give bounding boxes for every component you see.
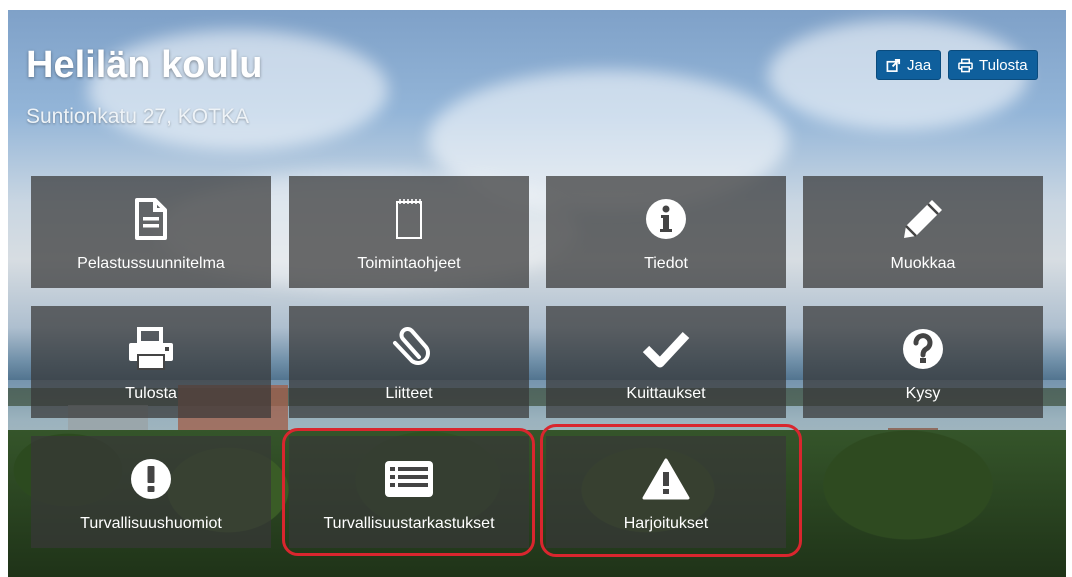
print-icon (958, 58, 973, 72)
tile-label: Kuittaukset (626, 385, 706, 402)
tile-label: Tulosta (125, 385, 177, 402)
notepad-icon (394, 195, 424, 243)
tile-kuittaukset[interactable]: Kuittaukset (546, 306, 786, 418)
tile-tulosta[interactable]: Tulosta (31, 306, 271, 418)
tile-label: Turvallisuushuomiot (80, 515, 222, 532)
tile-liitteet[interactable]: Liitteet (289, 306, 529, 418)
tile-label: Toimintaohjeet (357, 255, 461, 272)
question-icon (901, 325, 945, 373)
share-label: Jaa (907, 56, 932, 74)
page-title: Helilän koulu (26, 44, 263, 86)
printer-icon (127, 325, 175, 373)
share-icon (886, 58, 901, 72)
print-label: Tulosta (979, 56, 1028, 74)
hero-background: Helilän koulu Suntionkatu 27, KOTKA Jaa … (8, 10, 1066, 577)
exclamation-icon (129, 455, 173, 503)
info-icon (644, 195, 688, 243)
checkmark-icon (642, 325, 690, 373)
tile-label: Liitteet (385, 385, 433, 402)
document-icon (133, 195, 169, 243)
tile-label: Kysy (905, 385, 941, 402)
tile-label: Muokkaa (890, 255, 956, 272)
tile-tiedot[interactable]: Tiedot (546, 176, 786, 288)
pencil-icon (901, 195, 945, 243)
tile-label: Pelastussuunnitelma (77, 255, 225, 272)
print-button[interactable]: Tulosta (948, 50, 1038, 80)
tile-toimintaohjeet[interactable]: Toimintaohjeet (289, 176, 529, 288)
tile-label: Tiedot (644, 255, 688, 272)
tile-turvallisuushuomiot[interactable]: Turvallisuushuomiot (31, 436, 271, 548)
paperclip-icon (387, 325, 431, 373)
share-button[interactable]: Jaa (876, 50, 942, 80)
tile-muokkaa[interactable]: Muokkaa (803, 176, 1043, 288)
highlight-box (282, 428, 535, 556)
tile-pelastussuunnitelma[interactable]: Pelastussuunnitelma (31, 176, 271, 288)
school-address: Suntionkatu 27, KOTKA (26, 105, 249, 128)
highlight-box (540, 424, 802, 557)
tile-kysy[interactable]: Kysy (803, 306, 1043, 418)
